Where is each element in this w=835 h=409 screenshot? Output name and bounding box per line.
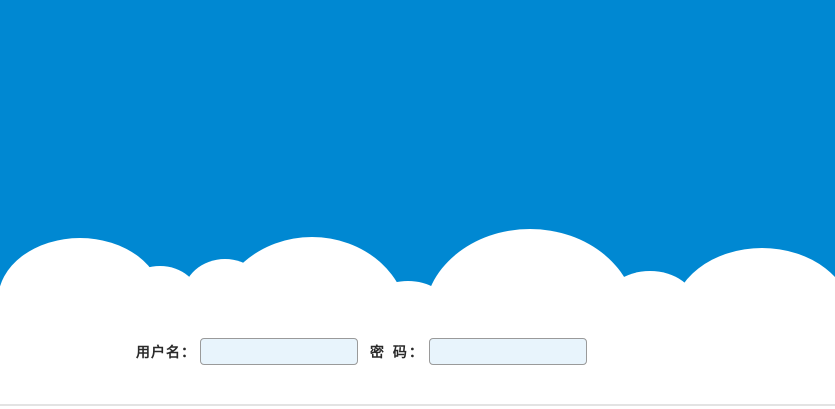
password-input[interactable] [428, 338, 587, 365]
username-label: 用户名： [136, 344, 196, 361]
username-input[interactable] [200, 338, 358, 365]
login-form: 用户名： 密 码： [136, 338, 587, 365]
password-label: 密 码： [370, 344, 425, 361]
bottom-divider [0, 404, 835, 406]
